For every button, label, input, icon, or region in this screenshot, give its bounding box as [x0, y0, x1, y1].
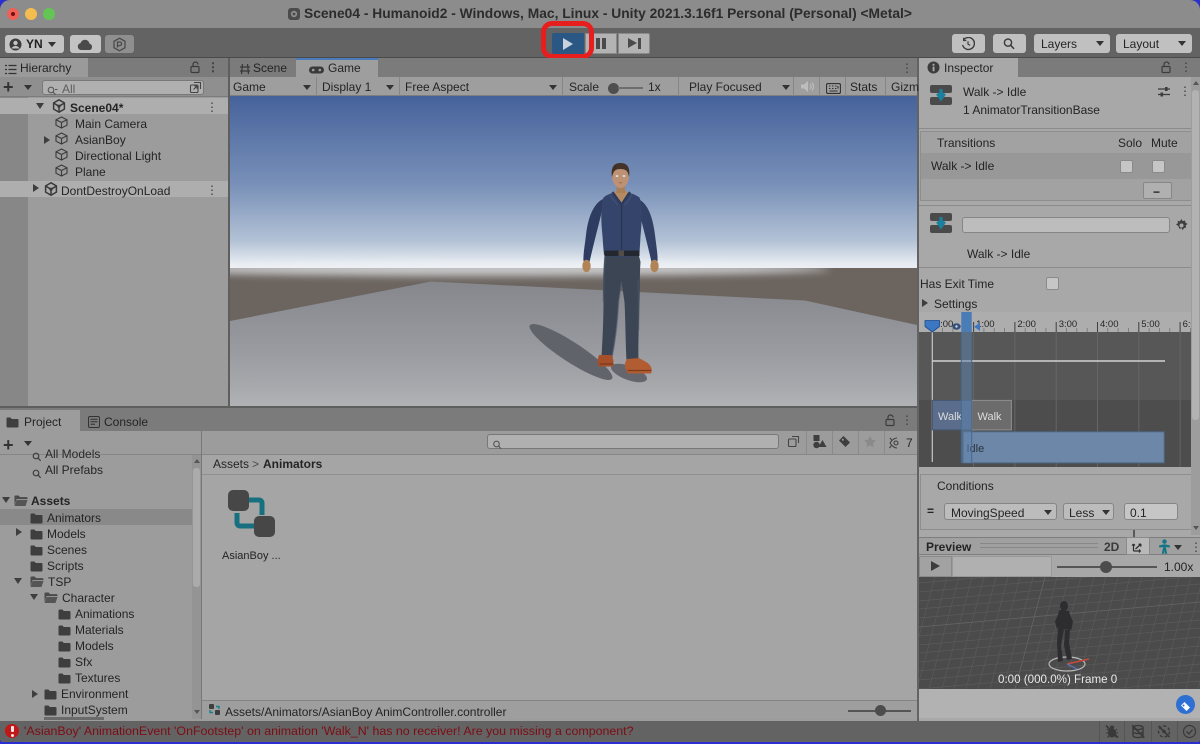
svg-text:0:00 (000.0%) Frame 0: 0:00 (000.0%) Frame 0 [998, 673, 1117, 686]
svg-text:4:00: 4:00 [1100, 319, 1119, 330]
svg-text:3:00: 3:00 [1059, 319, 1078, 330]
svg-text:5:00: 5:00 [1141, 319, 1160, 330]
svg-text:Walk: Walk [938, 411, 963, 423]
svg-text:2:00: 2:00 [1017, 319, 1036, 330]
svg-text:Walk: Walk [978, 411, 1003, 423]
